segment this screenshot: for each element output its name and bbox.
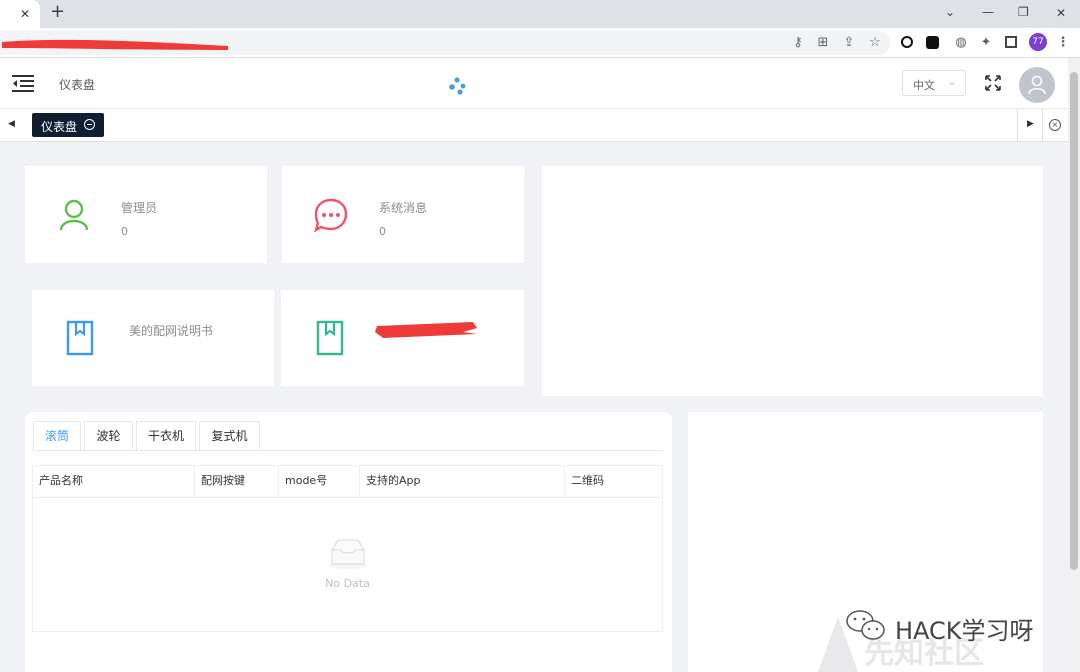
side-panel-icon[interactable] [1005, 36, 1017, 48]
close-window-icon[interactable]: ✕ [1056, 6, 1066, 20]
wechat-icon [846, 610, 885, 640]
extension-black-icon[interactable] [926, 36, 939, 49]
redacted-label-mark [375, 322, 477, 338]
book-icon [316, 320, 344, 356]
watermark-text: HACK学习呀 [895, 617, 1034, 645]
extensions-puzzle-icon[interactable]: ✦ [978, 35, 994, 51]
bookmark-star-icon[interactable]: ☆ [867, 35, 883, 51]
table-header-row: 产品名称 配网按键 mode号 支持的App 二维码 [33, 466, 662, 498]
admin-label: 管理员 [121, 201, 158, 215]
column-header: 配网按键 [195, 466, 279, 496]
menu-fold-icon[interactable] [12, 74, 34, 94]
translate-icon[interactable]: ⊞ [815, 35, 831, 51]
app-header: 仪表盘 中文 ⌄ [0, 58, 1068, 109]
tab-combo[interactable]: 复式机 [199, 421, 260, 451]
column-header: mode号 [279, 466, 360, 496]
column-header: 支持的App [360, 466, 565, 496]
breadcrumb-title: 仪表盘 [59, 78, 96, 92]
tag-close-icon[interactable] [84, 119, 95, 130]
close-tab-icon[interactable]: ✕ [20, 7, 30, 21]
close-all-tags-icon[interactable]: × [1049, 119, 1061, 131]
manual-card[interactable]: 美的配网说明书 [32, 290, 274, 386]
key-icon[interactable]: ⚷ [790, 35, 806, 51]
redacted-card[interactable] [281, 290, 524, 386]
menu-kebab-icon[interactable]: ⋮ [1055, 35, 1071, 51]
fullscreen-icon[interactable] [985, 75, 1001, 91]
product-panel: 滚筒 波轮 干衣机 复式机 产品名称 配网按键 mode号 支持的App 二维码… [25, 412, 672, 672]
column-header: 产品名称 [33, 466, 195, 496]
minimize-icon[interactable]: — [982, 5, 994, 19]
redacted-url-mark [2, 39, 228, 50]
tab-impeller[interactable]: 波轮 [84, 421, 133, 451]
profile-avatar[interactable]: 77 [1029, 33, 1047, 51]
scrollbar-thumb[interactable] [1070, 72, 1078, 570]
admin-count: 0 [121, 225, 128, 238]
empty-text: No Data [325, 577, 370, 590]
user-avatar[interactable] [1019, 67, 1055, 103]
extension-gray-icon[interactable]: ◍ [953, 35, 969, 51]
message-bubble-icon [314, 198, 348, 232]
user-icon [1028, 75, 1046, 95]
tab-dryer[interactable]: 干衣机 [136, 421, 196, 451]
scroll-left-icon[interactable]: ◀ [8, 119, 15, 129]
loading-spinner-icon [449, 77, 466, 95]
divider [1042, 109, 1043, 141]
tab-drum[interactable]: 滚筒 [33, 421, 81, 451]
book-icon [66, 320, 94, 356]
share-icon[interactable]: ⇪ [841, 35, 857, 51]
browser-tab-strip [0, 0, 1080, 28]
messages-label: 系统消息 [379, 201, 428, 215]
scroll-right-icon[interactable]: ▶ [1027, 119, 1034, 129]
restore-icon[interactable]: ❐ [1018, 5, 1029, 19]
column-header: 二维码 [571, 474, 604, 487]
tags-view-bar: ◀ 仪表盘 ▶ × [0, 109, 1068, 142]
messages-count: 0 [379, 225, 386, 238]
chevron-down-icon: ⌄ [947, 74, 958, 88]
product-table: 产品名称 配网按键 mode号 支持的App 二维码 No Data [32, 465, 663, 632]
messages-card[interactable]: 系统消息 0 [282, 166, 524, 263]
chart-panel-top [542, 166, 1043, 396]
tabs-underline [33, 450, 663, 451]
admin-card[interactable]: 管理员 0 [25, 166, 267, 263]
extension-circle-icon[interactable] [901, 36, 913, 48]
tag-dashboard[interactable]: 仪表盘 [32, 113, 104, 137]
language-value: 中文 [913, 79, 935, 92]
manual-label: 美的配网说明书 [129, 324, 214, 338]
user-outline-icon [59, 199, 89, 231]
address-bar: ⚷ ⊞ ⇪ ☆ ◍ ✦ 77 ⋮ [0, 28, 1080, 58]
empty-inbox-icon [328, 539, 368, 569]
new-tab-button[interactable]: + [50, 3, 65, 21]
tag-label: 仪表盘 [41, 120, 78, 134]
language-select[interactable]: 中文 ⌄ [902, 70, 966, 96]
divider [1017, 109, 1018, 141]
tab-search-icon[interactable]: ⌄ [945, 5, 955, 19]
